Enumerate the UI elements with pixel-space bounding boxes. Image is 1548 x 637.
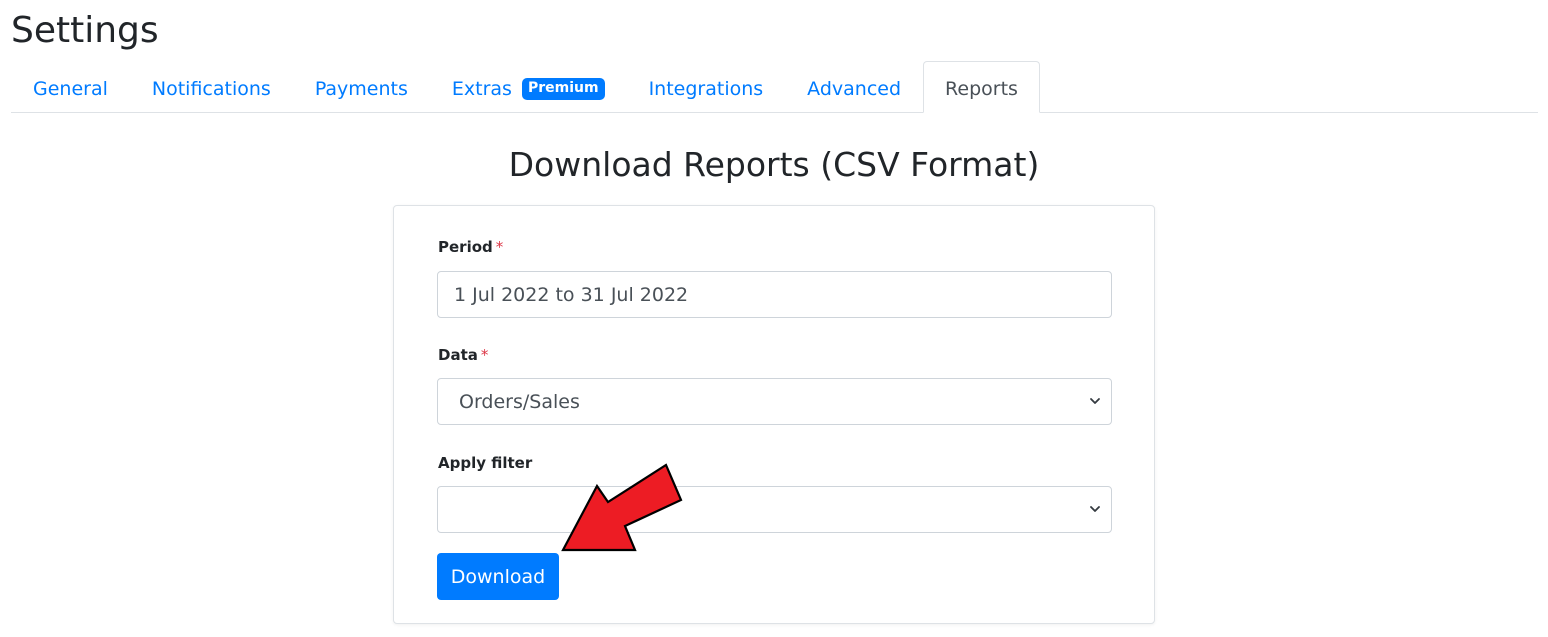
tab-general[interactable]: General <box>11 61 130 113</box>
download-button[interactable]: Download <box>437 553 559 600</box>
data-label: Data * <box>438 346 488 364</box>
reports-heading: Download Reports (CSV Format) <box>508 145 1040 184</box>
tab-payments[interactable]: Payments <box>293 61 430 113</box>
tab-notifications[interactable]: Notifications <box>130 61 293 113</box>
data-select[interactable]: Orders/Sales <box>437 378 1112 425</box>
filter-label: Apply filter <box>438 454 533 472</box>
premium-badge: Premium <box>521 78 605 100</box>
tab-label: Extras <box>451 78 512 100</box>
required-mark: * <box>480 346 489 364</box>
tab-label: General <box>33 78 108 100</box>
chevron-down-icon <box>1090 397 1100 404</box>
period-label-text: Period <box>438 238 493 256</box>
data-select-value: Orders/Sales <box>459 390 580 413</box>
tab-label: Advanced <box>807 78 902 100</box>
red-arrow-pointer-icon <box>561 463 683 552</box>
tab-integrations[interactable]: Integrations <box>627 61 786 113</box>
settings-page: Settings General Notifications Payments … <box>0 0 1548 637</box>
settings-tabs: General Notifications Payments Extras Pr… <box>11 61 1538 113</box>
tab-label: Integrations <box>648 78 764 100</box>
reports-card: Period * 1 Jul 2022 to 31 Jul 2022 Data * … <box>393 205 1155 624</box>
required-mark: * <box>495 238 504 256</box>
tab-reports[interactable]: Reports <box>923 61 1040 113</box>
period-label: Period * <box>438 238 503 256</box>
tab-advanced[interactable]: Advanced <box>785 61 923 113</box>
page-title: Settings <box>11 10 159 51</box>
tab-label: Reports <box>945 78 1018 100</box>
tab-label: Notifications <box>151 78 271 100</box>
tab-extras[interactable]: Extras Premium <box>430 61 627 113</box>
chevron-down-icon <box>1090 505 1100 512</box>
filter-select[interactable] <box>437 486 1112 533</box>
period-value: 1 Jul 2022 to 31 Jul 2022 <box>454 283 689 306</box>
period-input[interactable]: 1 Jul 2022 to 31 Jul 2022 <box>437 271 1112 318</box>
tab-label: Payments <box>314 78 408 100</box>
data-label-text: Data <box>438 346 478 364</box>
